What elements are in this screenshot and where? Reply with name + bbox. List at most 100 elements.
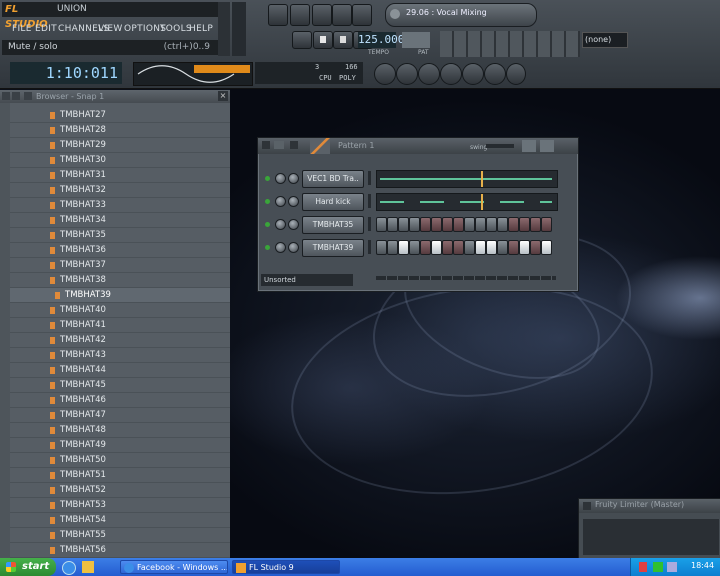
step-button[interactable] <box>508 240 519 255</box>
task-fl-studio[interactable]: FL Studio 9 <box>232 560 340 574</box>
step-button[interactable] <box>475 217 486 232</box>
step-button[interactable] <box>376 240 387 255</box>
browser-item[interactable]: TMBHAT56 <box>10 543 230 558</box>
preset-selector[interactable]: 29.06 : Vocal Mixing <box>385 3 537 27</box>
browser-item[interactable]: TMBHAT28 <box>10 123 230 138</box>
browser-item[interactable]: TMBHAT32 <box>10 183 230 198</box>
step-button[interactable] <box>376 217 387 232</box>
step-button[interactable] <box>508 217 519 232</box>
pan-knob[interactable] <box>275 173 286 184</box>
menu-file[interactable]: FILE <box>12 22 32 36</box>
start-button[interactable]: start <box>0 558 56 576</box>
step-button[interactable] <box>486 240 497 255</box>
channel-name-button[interactable]: TMBHAT39 <box>302 239 364 257</box>
piano-roll-preview[interactable] <box>376 193 558 211</box>
step-button[interactable] <box>409 217 420 232</box>
render-icon[interactable] <box>440 63 462 85</box>
browser-scroll-strip[interactable] <box>0 103 10 558</box>
browser-item[interactable]: TMBHAT39 <box>10 288 230 303</box>
tool-button-grid[interactable] <box>440 31 580 57</box>
browser-item[interactable]: TMBHAT54 <box>10 513 230 528</box>
channel-name-button[interactable]: VEC1 BD Tra.. <box>302 170 364 188</box>
volume-knob[interactable] <box>288 219 299 230</box>
pattern-song-switch[interactable] <box>292 31 312 49</box>
folder-icon[interactable] <box>82 561 94 573</box>
keyboard-editor-button[interactable] <box>540 140 554 152</box>
step-button[interactable] <box>475 240 486 255</box>
save-icon[interactable] <box>396 63 418 85</box>
browser-item[interactable]: TMBHAT55 <box>10 528 230 543</box>
browser-item[interactable]: TMBHAT50 <box>10 453 230 468</box>
piano-roll-button[interactable] <box>312 4 332 26</box>
pan-knob[interactable] <box>275 196 286 207</box>
channel-select-indicator[interactable] <box>368 194 371 208</box>
step-button[interactable] <box>464 240 475 255</box>
channel-select-indicator[interactable] <box>368 171 371 185</box>
channel-mute-led[interactable] <box>265 222 270 227</box>
playlist-button[interactable] <box>268 4 288 26</box>
browser-item[interactable]: TMBHAT29 <box>10 138 230 153</box>
browser-item[interactable]: TMBHAT47 <box>10 408 230 423</box>
help-icon[interactable] <box>506 63 526 85</box>
stop-button[interactable] <box>333 31 353 49</box>
volume-icon[interactable] <box>667 562 677 572</box>
step-row[interactable] <box>376 216 556 232</box>
pan-knob[interactable] <box>275 242 286 253</box>
channel-mute-led[interactable] <box>265 176 270 181</box>
mixer-button[interactable] <box>352 4 372 26</box>
step-button[interactable] <box>420 240 431 255</box>
browser-item[interactable]: TMBHAT31 <box>10 168 230 183</box>
browser-item[interactable]: TMBHAT38 <box>10 273 230 288</box>
step-button[interactable] <box>398 240 409 255</box>
browser-item[interactable]: TMBHAT41 <box>10 318 230 333</box>
browser-item[interactable]: TMBHAT45 <box>10 378 230 393</box>
step-button[interactable] <box>387 240 398 255</box>
step-button[interactable] <box>431 240 442 255</box>
menu-tools[interactable]: TOOLS <box>160 22 192 36</box>
channel-filter-select[interactable]: Unsorted <box>261 274 353 286</box>
tray-icon[interactable] <box>639 562 647 572</box>
play-button[interactable] <box>313 31 333 49</box>
browser-item[interactable]: TMBHAT40 <box>10 303 230 318</box>
channel-mute-led[interactable] <box>265 245 270 250</box>
browser-item[interactable]: TMBHAT42 <box>10 333 230 348</box>
menu-view[interactable]: VIEW <box>98 22 123 36</box>
browser-item[interactable]: TMBHAT49 <box>10 438 230 453</box>
browser-item[interactable]: TMBHAT53 <box>10 498 230 513</box>
browser-item[interactable]: TMBHAT52 <box>10 483 230 498</box>
channel-select-indicator[interactable] <box>368 240 371 254</box>
snap-select[interactable]: (none) <box>582 32 628 48</box>
browser-item[interactable]: TMBHAT33 <box>10 198 230 213</box>
volume-knob[interactable] <box>288 242 299 253</box>
volume-knob[interactable] <box>288 196 299 207</box>
swing-slider[interactable] <box>486 144 514 148</box>
graph-editor-button[interactable] <box>522 140 536 152</box>
search-icon[interactable] <box>462 63 484 85</box>
export-icon[interactable] <box>418 63 440 85</box>
task-facebook[interactable]: Facebook - Windows ... <box>120 560 228 574</box>
step-button[interactable] <box>519 217 530 232</box>
master-volume-slider[interactable] <box>232 2 246 56</box>
close-icon[interactable]: × <box>218 91 228 101</box>
step-button[interactable] <box>464 217 475 232</box>
step-button[interactable] <box>442 240 453 255</box>
step-button[interactable] <box>442 217 453 232</box>
window-menu-icon[interactable] <box>583 502 591 510</box>
step-button[interactable] <box>387 217 398 232</box>
browser-button[interactable] <box>332 4 352 26</box>
channel-name-button[interactable]: TMBHAT35 <box>302 216 364 234</box>
step-row[interactable] <box>376 239 556 255</box>
browser-item[interactable]: TMBHAT35 <box>10 228 230 243</box>
play-icon[interactable] <box>653 562 663 572</box>
browser-expand-icon[interactable] <box>24 92 32 100</box>
browser-item[interactable]: TMBHAT44 <box>10 363 230 378</box>
step-button[interactable] <box>519 240 530 255</box>
pattern-title[interactable]: Pattern 1 <box>338 141 374 150</box>
step-button[interactable] <box>497 217 508 232</box>
browser-item[interactable]: TMBHAT48 <box>10 423 230 438</box>
step-button[interactable] <box>530 240 541 255</box>
tempo-display[interactable]: 125.000 <box>358 32 404 48</box>
pattern-display[interactable] <box>402 32 430 48</box>
ie-icon[interactable] <box>62 561 76 575</box>
browser-item[interactable]: TMBHAT37 <box>10 258 230 273</box>
